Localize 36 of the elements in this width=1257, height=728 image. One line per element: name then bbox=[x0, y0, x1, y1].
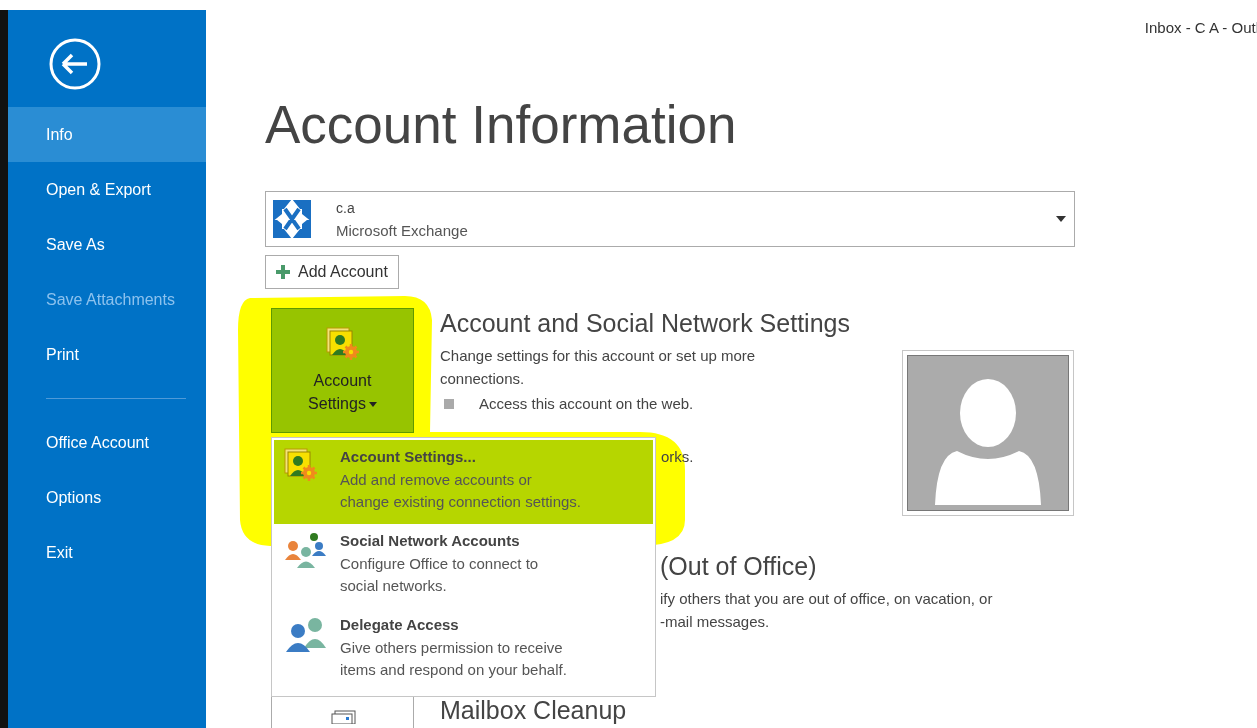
account-selector[interactable]: c.a Microsoft Exchange bbox=[265, 191, 1075, 247]
bullet-link[interactable]: Access this account on the web. bbox=[479, 395, 694, 412]
menu-item-title: Social Network Accounts bbox=[340, 532, 521, 549]
menu-item[interactable]: Delegate Access Give others permission to receive items and respond on your behalf. bbox=[274, 608, 653, 692]
account-settings-icon bbox=[284, 448, 318, 482]
section-description: ify others that you are out of office, on vacation, or -mail messages. bbox=[660, 589, 994, 632]
page-title: Account Information bbox=[265, 94, 738, 156]
sidebar-item[interactable]: Save As bbox=[8, 217, 206, 272]
add-account-button[interactable]: Add Account bbox=[265, 255, 399, 289]
account-settings-button[interactable]: Account Settings bbox=[271, 308, 414, 433]
sidebar-item[interactable]: Exit bbox=[8, 525, 206, 580]
account-name: c.a bbox=[336, 199, 356, 216]
dropdown-caret-icon bbox=[1056, 216, 1066, 222]
menu-item-description: Configure Office to connect to social networks. bbox=[340, 554, 539, 596]
sidebar-item[interactable]: Open & Export bbox=[8, 162, 206, 217]
bullet-icon bbox=[444, 398, 454, 409]
menu-item-description: Add and remove accounts or change existing connection settings. bbox=[340, 470, 581, 512]
sidebar-item[interactable]: Info bbox=[8, 107, 206, 162]
section-description: Change settings for this account or set up more connections. bbox=[440, 346, 757, 389]
exchange-icon bbox=[272, 199, 312, 239]
section-heading: (Out of Office) bbox=[660, 551, 818, 581]
section-heading: Account and Social Network Settings bbox=[440, 308, 851, 338]
menu-item[interactable]: Social Network Accounts Configure Office to connect to social networks. bbox=[274, 524, 653, 608]
dropdown-caret-icon bbox=[368, 402, 377, 408]
sidebar-item[interactable]: Office Account bbox=[8, 415, 206, 470]
sidebar-item[interactable]: Options bbox=[8, 470, 206, 525]
account-type: Microsoft Exchange bbox=[336, 221, 468, 239]
plus-icon bbox=[276, 265, 290, 279]
sidebar-item[interactable]: Print bbox=[8, 327, 206, 382]
menu-item-title: Account Settings... bbox=[340, 448, 477, 465]
account-settings-icon bbox=[325, 327, 360, 361]
back-icon[interactable] bbox=[48, 37, 102, 91]
menu-item[interactable]: Account Settings... Add and remove accounts or change existing connection settings. bbox=[274, 440, 653, 524]
menu-item-title: Delegate Access bbox=[340, 616, 460, 633]
section-heading: Mailbox Cleanup bbox=[440, 695, 628, 725]
menu-item-description: Give others permission to receive items and respond on your behalf. bbox=[340, 638, 567, 680]
